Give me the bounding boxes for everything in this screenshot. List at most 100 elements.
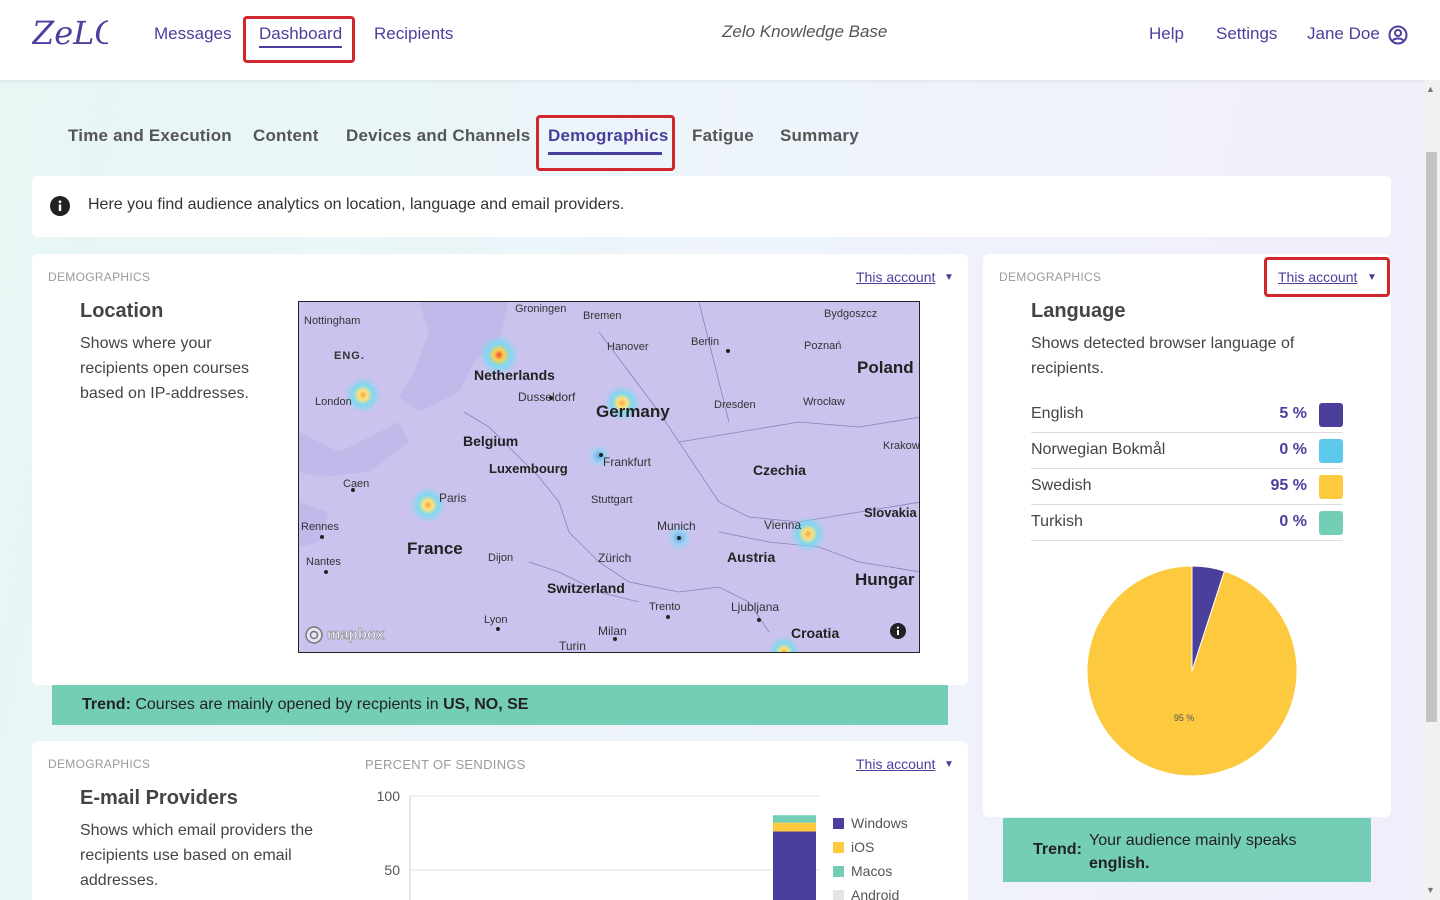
map-label: Turin: [559, 639, 586, 653]
email-description: Shows which email providers the recipien…: [80, 822, 313, 889]
map-city-dot: [677, 536, 681, 540]
trend-label: Trend:: [82, 696, 131, 713]
language-title: Language: [1031, 300, 1126, 322]
map-label: Switzerland: [547, 580, 625, 596]
map-label: Lyon: [484, 614, 508, 626]
map-label: ENG.: [334, 350, 365, 362]
map-city-dot: [320, 535, 324, 539]
trend-countries: US, NO, SE: [443, 696, 529, 713]
scrollbar-thumb[interactable]: [1426, 152, 1437, 722]
caret-down-icon[interactable]: ▼: [944, 759, 954, 770]
info-icon: [50, 196, 70, 216]
map-city-dot: [666, 615, 670, 619]
language-row: Swedish 95 %: [1031, 469, 1343, 505]
knowledge-base-title[interactable]: Zelo Knowledge Base: [722, 22, 887, 42]
map-background: [299, 302, 919, 652]
legend-swatch: [833, 818, 844, 829]
legend-label: Macos: [851, 863, 893, 879]
language-row: Norwegian Bokmål 0 %: [1031, 433, 1343, 469]
map-label: Nantes: [306, 556, 341, 568]
mapbox-attribution[interactable]: mapbox: [327, 626, 385, 644]
highlight-dashboard: [243, 16, 355, 63]
map-city-dot: [613, 637, 617, 641]
map-label: Netherlands: [474, 367, 555, 383]
map-label: Vienna: [764, 518, 802, 532]
map-label: Frankfurt: [603, 455, 652, 469]
language-row: English 5 %: [1031, 397, 1343, 433]
info-banner: Here you find audience analytics on loca…: [32, 176, 1391, 237]
user-avatar-icon[interactable]: [1388, 25, 1408, 45]
scroll-down-arrow-icon[interactable]: ▼: [1426, 885, 1435, 895]
map-label: Bydgoszcz: [824, 308, 878, 320]
bar-segment-windows[interactable]: [773, 831, 816, 900]
trend-label: Trend:: [1033, 841, 1082, 858]
map-label: Poznań: [804, 340, 842, 352]
nav-help[interactable]: Help: [1149, 22, 1184, 46]
map-info-icon[interactable]: [890, 623, 906, 639]
location-heatmap[interactable]: Nottingham ENG. London Groningen Bremen …: [298, 301, 920, 653]
language-color-swatch: [1319, 475, 1343, 499]
mapbox-logo-icon[interactable]: [305, 626, 323, 644]
bar-segment-macos[interactable]: [773, 815, 816, 823]
language-pie-chart[interactable]: 95 %: [1086, 565, 1298, 777]
map-city-dot: [324, 570, 328, 574]
caret-down-icon[interactable]: ▼: [944, 272, 954, 283]
map-label: Groningen: [515, 303, 567, 315]
nav-messages[interactable]: Messages: [154, 22, 231, 46]
tab-fatigue[interactable]: Fatigue: [692, 126, 754, 146]
map-city-dot: [599, 453, 603, 457]
pie-slice-swedish[interactable]: [1086, 565, 1298, 777]
top-navigation: ZeLO Messages Dashboard Recipients Zelo …: [0, 0, 1440, 80]
language-name: Norwegian Bokmål: [1031, 441, 1166, 458]
map-label: Zürich: [598, 551, 632, 565]
tab-devices-and-channels[interactable]: Devices and Channels: [346, 126, 530, 146]
map-label: Croatia: [791, 625, 840, 641]
y-tick-label: 50: [384, 862, 400, 878]
tab-summary[interactable]: Summary: [780, 126, 859, 146]
language-name: Turkish: [1031, 513, 1083, 530]
legend-label: Android: [851, 887, 900, 900]
language-percent: 0 %: [1279, 513, 1307, 530]
legend-swatch: [833, 890, 844, 900]
map-city-dot: [549, 396, 553, 400]
legend-item: Macos: [833, 863, 892, 879]
map-label: Dresden: [714, 399, 756, 411]
language-color-swatch: [1319, 511, 1343, 535]
legend-item: iOS: [833, 839, 874, 855]
language-trend-banner: Trend: Your audience mainly speaks engli…: [1003, 818, 1371, 882]
info-text: Here you find audience analytics on loca…: [88, 196, 625, 213]
location-trend-banner: Trend: Courses are mainly opened by recp…: [52, 685, 948, 725]
pie-data-label: 95 %: [1174, 713, 1195, 723]
map-label: Slovakia: [864, 505, 917, 520]
language-eyebrow: DEMOGRAPHICS: [999, 270, 1102, 284]
map-label: Munich: [657, 519, 696, 533]
location-eyebrow: DEMOGRAPHICS: [48, 270, 151, 284]
nav-recipients[interactable]: Recipients: [374, 22, 453, 46]
map-label: Wrocław: [803, 396, 845, 408]
email-account-dropdown[interactable]: This account: [856, 756, 935, 772]
map-label: Bremen: [583, 310, 622, 322]
zelo-logo[interactable]: ZeLO: [32, 14, 108, 54]
location-account-dropdown[interactable]: This account: [856, 269, 935, 285]
map-label: Dusseldorf: [518, 390, 576, 404]
map-label: Ljubljana: [731, 600, 780, 614]
language-name: Swedish: [1031, 477, 1092, 494]
map-label: Poland: [857, 358, 914, 377]
language-percent: 95 %: [1270, 477, 1307, 494]
nav-settings[interactable]: Settings: [1216, 22, 1277, 46]
language-percent: 5 %: [1279, 405, 1307, 422]
bar-segment-ios[interactable]: [773, 822, 816, 832]
location-title: Location: [80, 300, 164, 322]
trend-value: english.: [1089, 855, 1150, 872]
email-providers-chart[interactable]: 50 100: [360, 784, 830, 900]
legend-item: Android: [833, 887, 899, 900]
map-label: Hanover: [607, 341, 649, 353]
user-name[interactable]: Jane Doe: [1307, 22, 1380, 46]
scroll-up-arrow-icon[interactable]: ▲: [1426, 84, 1435, 94]
map-label: London: [315, 396, 352, 408]
tab-content[interactable]: Content: [253, 126, 319, 146]
map-label: Krakow: [883, 440, 920, 452]
language-name: English: [1031, 405, 1084, 422]
tab-time-and-execution[interactable]: Time and Execution: [68, 126, 232, 146]
language-description: Shows detected browser language of recip…: [1031, 335, 1295, 377]
